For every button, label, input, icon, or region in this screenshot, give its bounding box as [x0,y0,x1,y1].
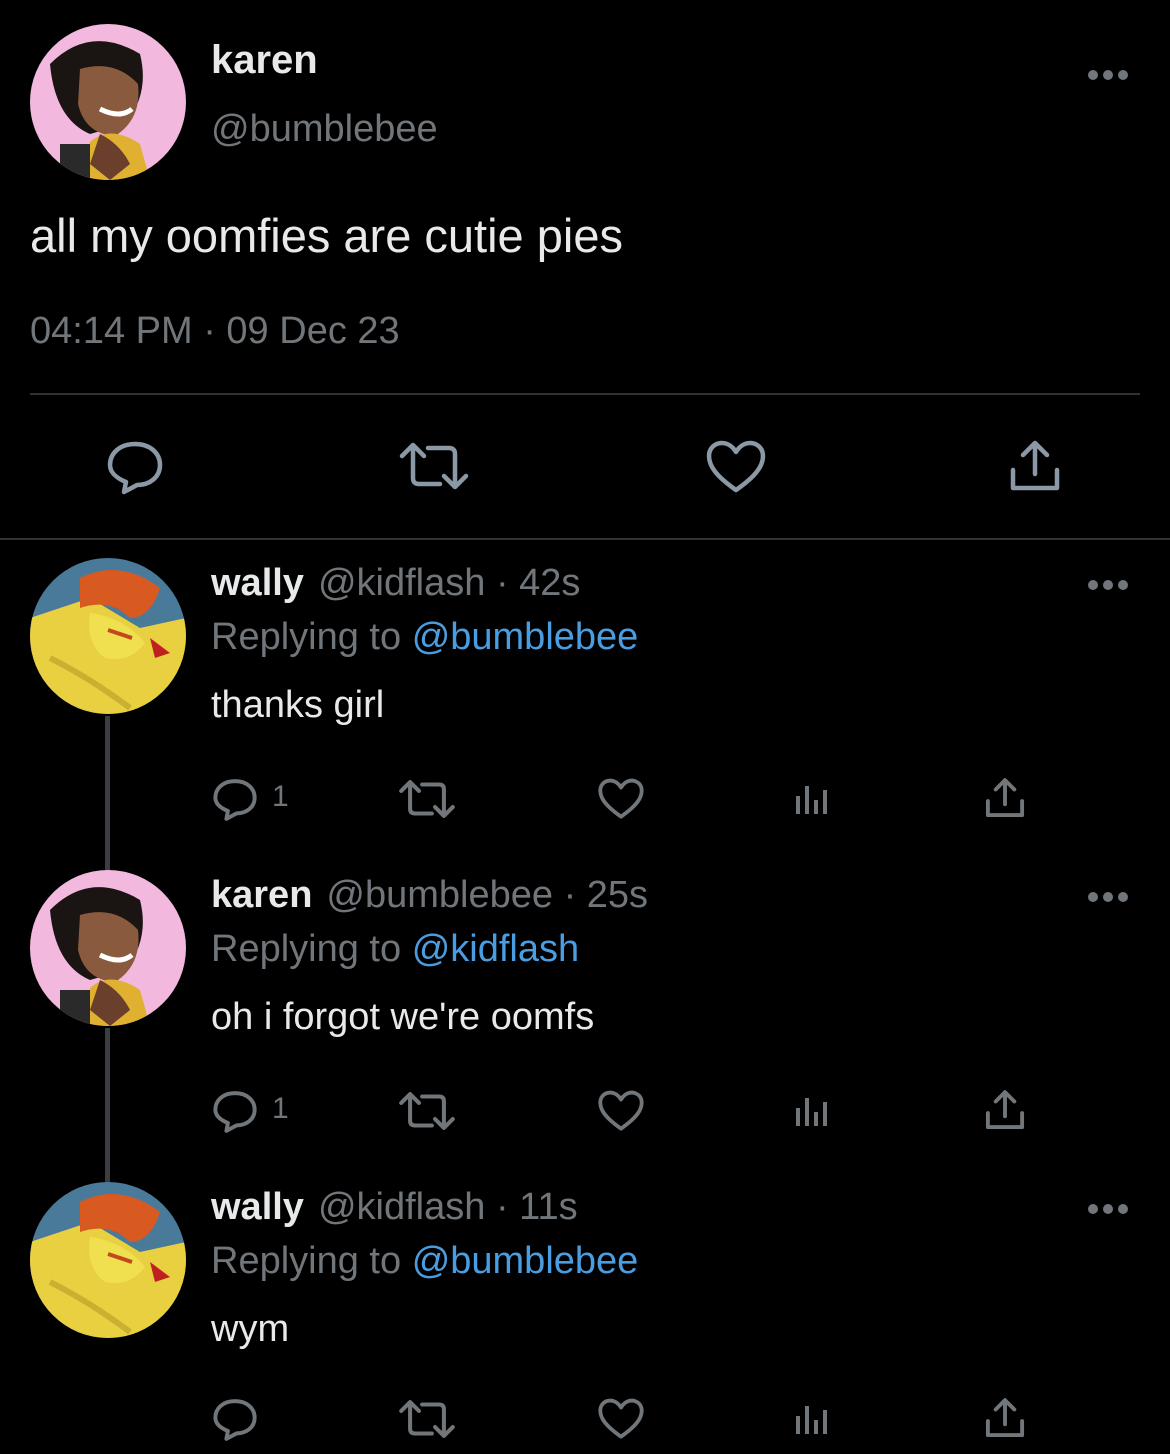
share-icon [985,778,1025,818]
retweet-icon [399,1092,455,1130]
reply-time: · 25s [563,874,649,916]
share-icon [1010,440,1060,491]
retweet-button[interactable] [398,440,470,492]
reply-text: thanks girl [211,684,385,726]
replying-mention[interactable]: @bumblebee [412,1240,639,1282]
author-handle[interactable]: @kidflash [318,1186,485,1228]
like-button[interactable] [706,440,766,494]
retweet-button[interactable] [398,1398,456,1440]
more-options-icon[interactable] [1086,68,1130,82]
reply-icon [213,1399,257,1441]
wally-avatar[interactable] [30,1182,186,1338]
share-button[interactable] [984,776,1026,820]
analytics-icon [796,1098,827,1126]
reply-header: wally @kidflash · 11s [211,1186,578,1229]
reply-icon [107,441,163,495]
author-handle[interactable]: @bumblebee [211,108,438,151]
author-handle[interactable]: @kidflash [318,562,485,604]
analytics-icon [796,786,827,814]
reply-time: · 42s [495,562,581,604]
reply-header: karen @bumblebee · 25s [211,874,648,917]
reply-icon [213,779,257,821]
like-button[interactable] [598,1398,644,1440]
thread-line [105,1028,110,1183]
replying-prefix: Replying to [211,1240,402,1282]
retweet-icon [399,1400,455,1438]
author-handle[interactable]: @bumblebee [326,874,553,916]
like-icon [598,1398,644,1439]
reply-button[interactable] [212,1398,258,1442]
like-icon [598,1090,644,1131]
author-name[interactable]: karen [211,38,318,83]
replying-to: Replying to @bumblebee [211,1240,638,1283]
wally-avatar[interactable] [30,558,186,714]
author-name[interactable]: wally [211,562,304,604]
reply-tweet[interactable]: karen @bumblebee · 25s Replying to @kidfl… [0,870,1170,1183]
tweet-text: all my oomfies are cutie pies [30,209,623,262]
like-icon [706,440,766,493]
analytics-button[interactable] [794,1400,830,1436]
replying-prefix: Replying to [211,928,402,970]
more-options-icon[interactable] [1086,1202,1130,1216]
like-icon [598,778,644,819]
share-icon [985,1398,1025,1438]
reply-count: 1 [272,1092,289,1125]
more-options-icon[interactable] [1086,890,1130,904]
section-divider [0,538,1170,540]
share-button[interactable] [984,1088,1026,1132]
reply-text: wym [211,1308,290,1350]
reply-button[interactable] [212,778,258,822]
reply-tweet[interactable]: wally @kidflash · 42s Replying to @bumble… [0,558,1170,871]
analytics-button[interactable] [794,1092,830,1128]
reply-text: oh i forgot we're oomfs [211,996,595,1038]
like-button[interactable] [598,778,644,820]
reply-count: 1 [272,780,289,813]
reply-icon [213,1091,257,1133]
replying-mention[interactable]: @kidflash [412,928,579,970]
share-button[interactable] [1008,438,1062,494]
like-button[interactable] [598,1090,644,1132]
replying-prefix: Replying to [211,616,402,658]
thread-line [105,716,110,871]
karen-avatar[interactable] [30,24,186,180]
retweet-icon [399,442,469,490]
retweet-button[interactable] [398,778,456,820]
retweet-icon [399,780,455,818]
reply-button[interactable] [212,1090,258,1134]
author-name[interactable]: karen [211,874,312,916]
share-icon [985,1090,1025,1130]
reply-header: wally @kidflash · 42s [211,562,580,605]
retweet-button[interactable] [398,1090,456,1132]
karen-avatar[interactable] [30,870,186,1026]
reply-button[interactable] [106,440,164,496]
tweet-timestamp: 04:14 PM · 09 Dec 23 [30,310,400,352]
main-tweet: karen @bumblebee all my oomfies are cuti… [0,0,1170,540]
share-button[interactable] [984,1396,1026,1440]
divider [30,393,1140,395]
replying-to: Replying to @bumblebee [211,616,638,659]
replying-to: Replying to @kidflash [211,928,579,971]
author-name[interactable]: wally [211,1186,304,1228]
analytics-button[interactable] [794,780,830,816]
reply-time: · 11s [495,1186,578,1228]
analytics-icon [796,1406,827,1434]
reply-tweet[interactable]: wally @kidflash · 11s Replying to @bumble… [0,1182,1170,1454]
more-options-icon[interactable] [1086,578,1130,592]
replying-mention[interactable]: @bumblebee [412,616,639,658]
